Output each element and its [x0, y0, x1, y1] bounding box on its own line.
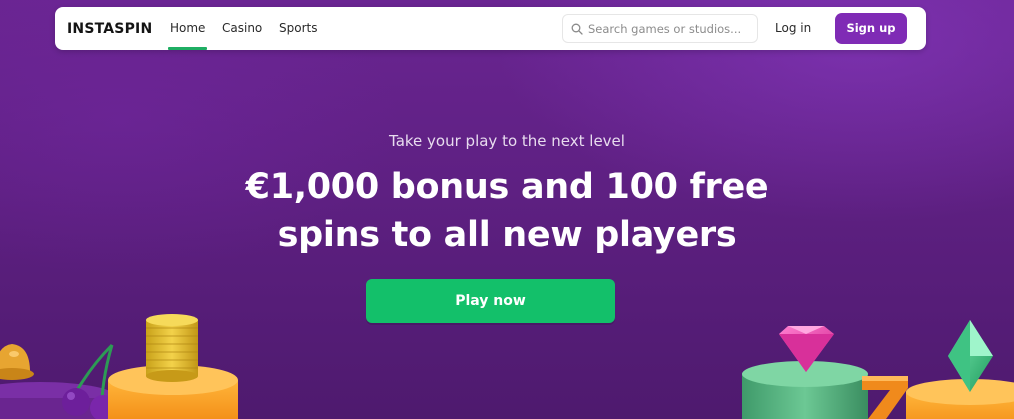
emerald-platform [906, 379, 1014, 419]
hero-decor-scene [0, 314, 1014, 419]
coin-stack-icon [146, 314, 198, 382]
lucky-seven-icon [862, 376, 908, 419]
bell-icon [0, 344, 34, 380]
